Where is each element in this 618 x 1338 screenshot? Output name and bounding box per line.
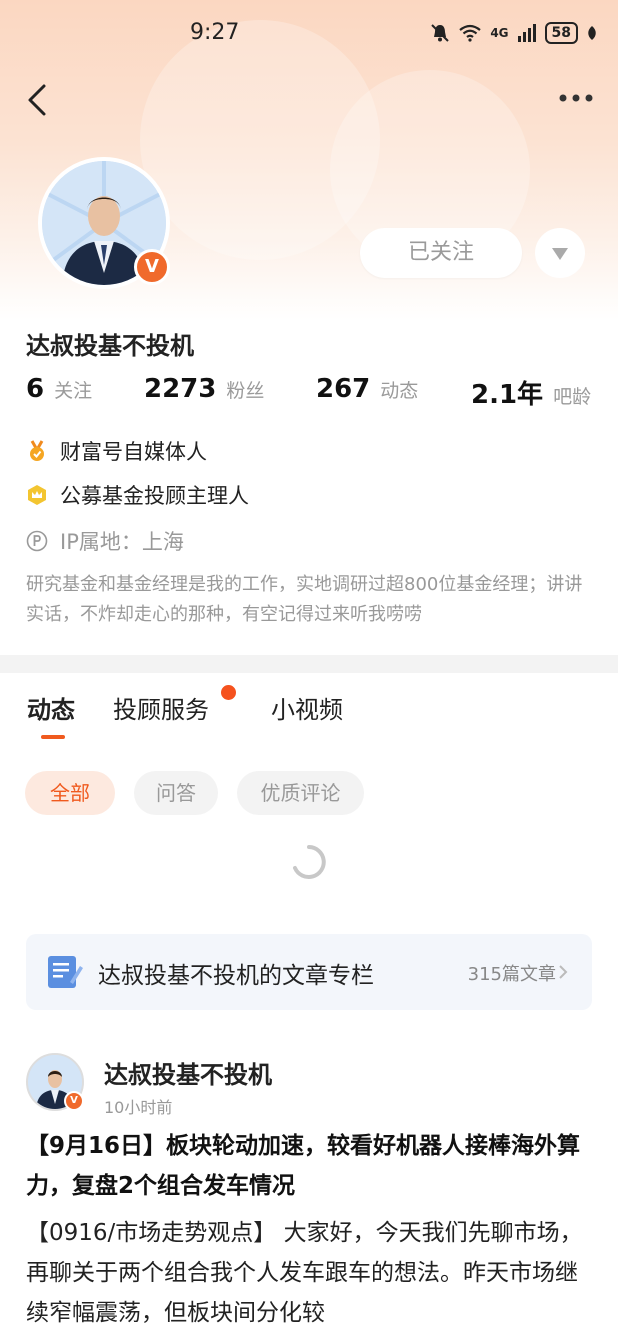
- follow-button[interactable]: 已关注: [360, 228, 522, 278]
- stat-value: 6: [26, 374, 45, 404]
- loading-spinner-icon: [293, 845, 326, 879]
- tag-wealth-media: 财富号自媒体人: [26, 436, 207, 466]
- stat-value: 2.1年: [471, 380, 544, 410]
- stat-label: 粉丝: [226, 380, 265, 402]
- more-button[interactable]: [558, 86, 594, 110]
- active-tab-indicator: [41, 735, 65, 739]
- section-divider: [0, 655, 618, 673]
- network-type: 4G: [490, 26, 509, 40]
- stat-posts[interactable]: 267 动态: [316, 374, 418, 404]
- location-p-icon: [26, 530, 48, 552]
- tag-text: 公募基金投顾主理人: [60, 484, 249, 508]
- post-author-avatar[interactable]: V: [26, 1053, 84, 1111]
- battery-indicator: 58: [544, 22, 578, 44]
- status-bar: 9:27 4G 58: [0, 0, 618, 64]
- column-title: 达叔投基不投机的文章专栏: [98, 963, 374, 989]
- medal-icon: [30, 440, 44, 461]
- tab-advisory-service[interactable]: 投顾服务: [113, 690, 209, 725]
- leaf-icon: [588, 26, 596, 40]
- stat-label: 吧龄: [553, 386, 592, 408]
- stat-label: 动态: [380, 380, 419, 402]
- profile-name: 达叔投基不投机: [26, 332, 194, 360]
- tab-posts[interactable]: 动态: [27, 690, 75, 725]
- article-document-icon: [48, 956, 83, 988]
- filter-quality-comments[interactable]: 优质评论: [237, 771, 364, 815]
- filter-qa[interactable]: 问答: [134, 771, 218, 815]
- column-article-count: 315篇文章: [467, 964, 556, 985]
- status-time: 9:27: [190, 20, 240, 45]
- verified-badge-icon: V: [134, 249, 170, 285]
- article-column-card[interactable]: 达叔投基不投机的文章专栏 315篇文章: [26, 934, 592, 1010]
- back-button[interactable]: [20, 80, 60, 120]
- more-dots-icon: [559, 94, 593, 102]
- ip-location-text: IP属地：上海: [60, 530, 184, 554]
- filter-all[interactable]: 全部: [25, 771, 115, 815]
- stat-followers[interactable]: 2273 粉丝: [144, 374, 264, 404]
- verified-badge-icon: V: [64, 1091, 84, 1111]
- notification-dot: [221, 685, 236, 700]
- mute-bell-icon: [431, 24, 450, 42]
- stat-following[interactable]: 6 关注: [26, 374, 92, 404]
- crown-badge-icon: [28, 485, 46, 505]
- triangle-down-icon: [552, 248, 568, 260]
- stat-value: 267: [316, 374, 371, 404]
- status-icons: 4G 58: [430, 22, 598, 44]
- back-arrow-icon: [28, 84, 46, 116]
- post-body[interactable]: 【0916/市场走势观点】 大家好，今天我们先聊市场，再聊关于两个组合我个人发车…: [26, 1213, 586, 1333]
- stat-account-age: 2.1年 吧龄: [471, 374, 591, 411]
- profile-stats: 6 关注 2273 粉丝 267 动态 2.1年 吧龄: [26, 374, 592, 414]
- post-timestamp: 10小时前: [104, 1098, 173, 1117]
- post-author-name[interactable]: 达叔投基不投机: [104, 1055, 272, 1090]
- ip-location-row: IP属地：上海: [26, 526, 184, 556]
- tab-short-video[interactable]: 小视频: [271, 690, 343, 725]
- profile-avatar[interactable]: V: [38, 157, 170, 289]
- stat-value: 2273: [144, 374, 217, 404]
- signal-icon: [517, 24, 536, 42]
- follow-options-button[interactable]: [535, 228, 585, 278]
- wifi-icon: [459, 24, 481, 42]
- chevron-right-icon: [559, 965, 568, 979]
- stat-label: 关注: [54, 380, 93, 402]
- content-tabs: 动态 投顾服务 小视频: [0, 690, 618, 750]
- tag-fund-advisor: 公募基金投顾主理人: [26, 480, 249, 510]
- post-title[interactable]: 【9月16日】板块轮动加速，较看好机器人接棒海外算力，复盘2个组合发车情况: [26, 1126, 596, 1206]
- profile-bio: 研究基金和基金经理是我的工作，实地调研过超800位基金经理；讲讲实话，不炸却走心…: [26, 574, 583, 625]
- tag-text: 财富号自媒体人: [60, 440, 207, 464]
